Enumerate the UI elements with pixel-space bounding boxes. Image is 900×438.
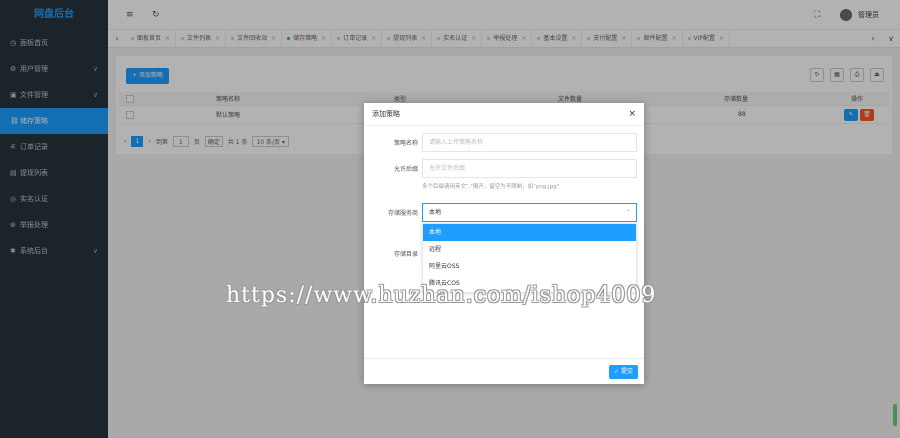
allow-suffix-label: 允许后缀 — [393, 166, 418, 173]
name-label: 策略名称 — [393, 140, 418, 147]
watermark-text: https://www.huzhan.com/ishop4009 — [226, 283, 657, 308]
modal-title: 添加策略 — [372, 110, 400, 118]
allow-suffix-input[interactable]: 允许文件后缀 — [422, 159, 637, 178]
dropdown-option[interactable]: 本地 — [423, 224, 636, 241]
add-policy-modal: 添加策略 × 策略名称 请输入上传策略名称 允许后缀 允许文件后缀 多个后缀请用… — [364, 103, 644, 384]
allow-suffix-hint: 多个后缀请用英文","隔开，留空为不限制，如"png,jpg" — [422, 184, 560, 190]
scrollbar-thumb[interactable] — [893, 404, 897, 426]
dropdown-option[interactable]: 远程 — [423, 241, 636, 258]
submit-button[interactable]: ✓ 提交 — [609, 365, 638, 379]
close-icon[interactable]: × — [628, 103, 636, 126]
storage-provider-label: 存储服务商 — [387, 210, 418, 217]
modal-footer: ✓ 提交 — [364, 358, 644, 384]
policy-name-input[interactable]: 请输入上传策略名称 — [422, 133, 637, 152]
modal-header: 添加策略 × — [364, 103, 644, 126]
storage-dir-label: 存储目录 — [393, 251, 418, 258]
storage-provider-value: 本地 — [429, 209, 442, 216]
dropdown-option[interactable]: 阿里云OSS — [423, 258, 636, 275]
storage-provider-select[interactable]: 本地 ⌃ — [422, 203, 637, 222]
chevron-up-icon: ⌃ — [625, 209, 631, 216]
